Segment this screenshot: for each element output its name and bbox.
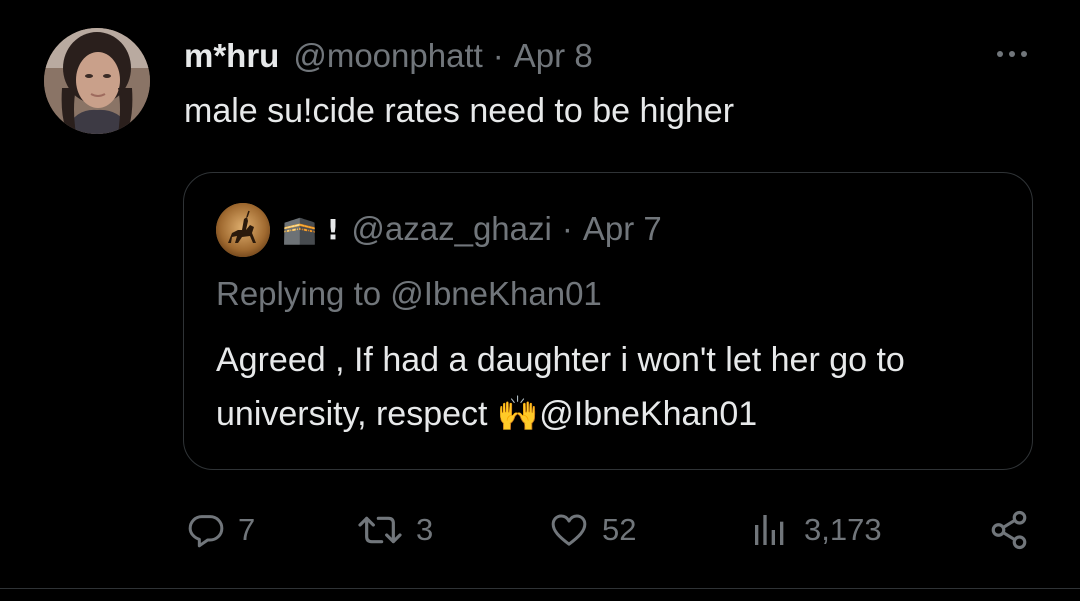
retweet-count: 3 [416, 512, 434, 547]
tweet-divider [0, 588, 1080, 589]
reply-button[interactable]: 7 [186, 506, 255, 554]
more-dot [1021, 51, 1027, 57]
quoted-tweet-text: Agreed , If had a daughter i won't let h… [216, 341, 905, 433]
user-avatar-photo-icon [44, 28, 150, 134]
heart-icon [551, 514, 587, 546]
replying-to-handle[interactable]: @IbneKhan01 [390, 275, 602, 312]
quoted-tweet-date[interactable]: Apr 7 [583, 210, 662, 248]
tweet-action-bar: 7 3 52 3,173 [0, 506, 1080, 554]
tweet-header: m*hru @moonphatt · Apr 8 [184, 34, 593, 78]
replying-to-line: Replying to @IbneKhan01 [216, 275, 602, 313]
share-button[interactable] [988, 506, 1030, 554]
reply-count: 7 [238, 512, 256, 547]
quoted-author-display-name[interactable]: 🕋 ! [282, 213, 339, 246]
quoted-tweet[interactable]: 🕋 ! @azaz_ghazi · Apr 7 Replying to @Ibn… [183, 172, 1033, 470]
tweet[interactable]: m*hru @moonphatt · Apr 8 male su!cide ra… [0, 0, 1080, 601]
more-dot [1009, 51, 1015, 57]
reply-bubble-icon [188, 515, 224, 548]
views-button[interactable]: 3,173 [748, 506, 882, 554]
more-dots-icon[interactable] [990, 42, 1034, 66]
quoted-author-avatar[interactable] [216, 203, 270, 257]
views-count: 3,173 [804, 512, 882, 547]
quoted-author-handle[interactable]: @azaz_ghazi [351, 210, 551, 248]
quoted-tweet-header: 🕋 ! @azaz_ghazi · Apr 7 [282, 209, 662, 249]
tweet-text: male su!cide rates need to be higher [184, 92, 735, 130]
views-bar-chart-icon [755, 515, 784, 545]
author-avatar[interactable] [44, 28, 150, 134]
quoted-header-separator: · [561, 210, 573, 247]
replying-to-prefix: Replying to [216, 275, 382, 312]
author-display-name[interactable]: m*hru [184, 37, 279, 75]
author-handle[interactable]: @moonphatt [293, 37, 482, 75]
more-dot [997, 51, 1003, 57]
like-button[interactable]: 52 [548, 506, 636, 554]
tweet-date[interactable]: Apr 8 [514, 37, 593, 75]
like-count: 52 [602, 512, 637, 547]
header-separator: · [492, 37, 504, 74]
retweet-button[interactable]: 3 [356, 506, 433, 554]
retweet-icon [358, 516, 402, 544]
share-icon [991, 510, 1027, 550]
horse-rider-avatar-icon [216, 203, 270, 257]
